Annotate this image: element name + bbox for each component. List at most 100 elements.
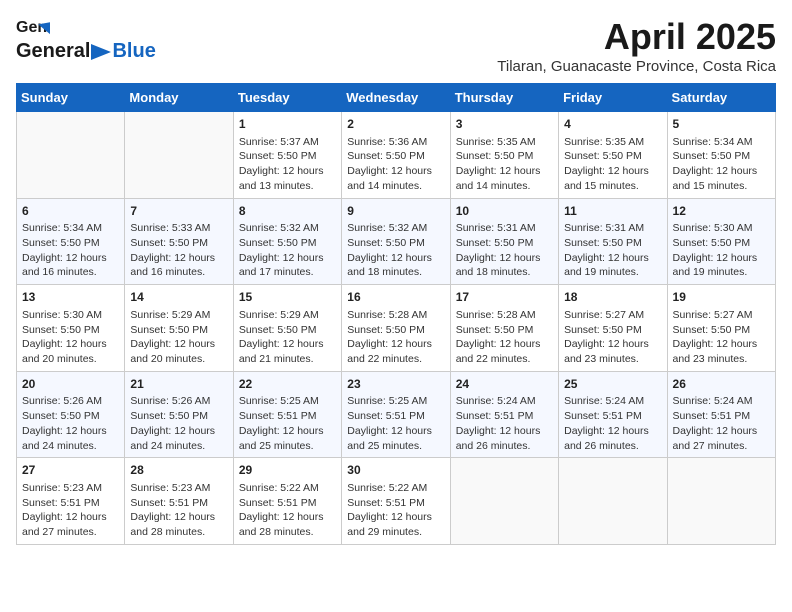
day-info: Sunrise: 5:31 AM Sunset: 5:50 PM Dayligh… bbox=[456, 221, 553, 280]
day-info: Sunrise: 5:28 AM Sunset: 5:50 PM Dayligh… bbox=[456, 308, 553, 367]
calendar-cell: 6Sunrise: 5:34 AM Sunset: 5:50 PM Daylig… bbox=[17, 198, 125, 285]
month-title: April 2025 bbox=[497, 16, 776, 58]
calendar-cell: 14 Sunrise: 5:29 AM Sunset: 5:50 PM Dayli… bbox=[125, 285, 233, 372]
day-info: Sunrise: 5:24 AM Sunset: 5:51 PM Dayligh… bbox=[564, 394, 661, 453]
day-info: Sunrise: 5:23 AM Sunset: 5:51 PM Dayligh… bbox=[22, 481, 119, 540]
calendar-cell: 24Sunrise: 5:24 AM Sunset: 5:51 PM Dayli… bbox=[450, 371, 558, 458]
calendar-cell: 28Sunrise: 5:23 AM Sunset: 5:51 PM Dayli… bbox=[125, 458, 233, 545]
day-info: Sunrise: 5:30 AM Sunset: 5:50 PM Dayligh… bbox=[22, 308, 119, 367]
calendar-cell bbox=[450, 458, 558, 545]
day-number: 17 bbox=[456, 289, 553, 306]
day-number: 29 bbox=[239, 462, 336, 479]
day-info: Sunrise: 5:36 AM Sunset: 5:50 PM Dayligh… bbox=[347, 135, 444, 194]
day-number: 1 bbox=[239, 116, 336, 133]
day-number: 26 bbox=[673, 376, 770, 393]
day-info: Sunrise: 5:29 AM Sunset: 5:50 PM Dayligh… bbox=[130, 308, 227, 367]
day-info: Sunrise: 5:32 AM Sunset: 5:50 PM Dayligh… bbox=[239, 221, 336, 280]
day-number: 16 bbox=[347, 289, 444, 306]
column-header-sunday: Sunday bbox=[17, 84, 125, 112]
calendar-cell: 9Sunrise: 5:32 AM Sunset: 5:50 PM Daylig… bbox=[342, 198, 450, 285]
calendar-cell: 17 Sunrise: 5:28 AM Sunset: 5:50 PM Dayli… bbox=[450, 285, 558, 372]
day-info: Sunrise: 5:24 AM Sunset: 5:51 PM Dayligh… bbox=[456, 394, 553, 453]
day-number: 10 bbox=[456, 203, 553, 220]
day-info: Sunrise: 5:37 AM Sunset: 5:50 PM Dayligh… bbox=[239, 135, 336, 194]
calendar-cell: 21Sunrise: 5:26 AM Sunset: 5:50 PM Dayli… bbox=[125, 371, 233, 458]
column-header-thursday: Thursday bbox=[450, 84, 558, 112]
day-info: Sunrise: 5:29 AM Sunset: 5:50 PM Dayligh… bbox=[239, 308, 336, 367]
calendar-cell: 15 Sunrise: 5:29 AM Sunset: 5:50 PM Dayli… bbox=[233, 285, 341, 372]
day-info: Sunrise: 5:34 AM Sunset: 5:50 PM Dayligh… bbox=[22, 221, 119, 280]
calendar-header-row: SundayMondayTuesdayWednesdayThursdayFrid… bbox=[17, 84, 776, 112]
calendar-cell: 18 Sunrise: 5:27 AM Sunset: 5:50 PM Dayli… bbox=[559, 285, 667, 372]
day-info: Sunrise: 5:26 AM Sunset: 5:50 PM Dayligh… bbox=[130, 394, 227, 453]
day-number: 12 bbox=[673, 203, 770, 220]
day-info: Sunrise: 5:34 AM Sunset: 5:50 PM Dayligh… bbox=[673, 135, 770, 194]
calendar-cell: 11Sunrise: 5:31 AM Sunset: 5:50 PM Dayli… bbox=[559, 198, 667, 285]
calendar-cell: 3 Sunrise: 5:35 AM Sunset: 5:50 PM Daylig… bbox=[450, 112, 558, 199]
calendar-cell: 30 Sunrise: 5:22 AM Sunset: 5:51 PM Dayli… bbox=[342, 458, 450, 545]
day-number: 6 bbox=[22, 203, 119, 220]
title-block: April 2025 Tilaran, Guanacaste Province,… bbox=[497, 16, 776, 75]
page-header: General General Blue April 2025 Tilaran,… bbox=[16, 16, 776, 75]
day-number: 20 bbox=[22, 376, 119, 393]
calendar-cell: 1 Sunrise: 5:37 AM Sunset: 5:50 PM Daylig… bbox=[233, 112, 341, 199]
day-info: Sunrise: 5:25 AM Sunset: 5:51 PM Dayligh… bbox=[347, 394, 444, 453]
calendar-cell: 20Sunrise: 5:26 AM Sunset: 5:50 PM Dayli… bbox=[17, 371, 125, 458]
calendar-cell: 7Sunrise: 5:33 AM Sunset: 5:50 PM Daylig… bbox=[125, 198, 233, 285]
calendar-week-1: 1 Sunrise: 5:37 AM Sunset: 5:50 PM Daylig… bbox=[17, 112, 776, 199]
day-number: 28 bbox=[130, 462, 227, 479]
day-info: Sunrise: 5:24 AM Sunset: 5:51 PM Dayligh… bbox=[673, 394, 770, 453]
day-number: 7 bbox=[130, 203, 227, 220]
calendar-cell: 19 Sunrise: 5:27 AM Sunset: 5:50 PM Dayli… bbox=[667, 285, 775, 372]
calendar-cell bbox=[17, 112, 125, 199]
column-header-friday: Friday bbox=[559, 84, 667, 112]
column-header-monday: Monday bbox=[125, 84, 233, 112]
day-info: Sunrise: 5:32 AM Sunset: 5:50 PM Dayligh… bbox=[347, 221, 444, 280]
day-number: 22 bbox=[239, 376, 336, 393]
day-info: Sunrise: 5:28 AM Sunset: 5:50 PM Dayligh… bbox=[347, 308, 444, 367]
calendar-week-5: 27Sunrise: 5:23 AM Sunset: 5:51 PM Dayli… bbox=[17, 458, 776, 545]
location-title: Tilaran, Guanacaste Province, Costa Rica bbox=[497, 58, 776, 75]
day-info: Sunrise: 5:33 AM Sunset: 5:50 PM Dayligh… bbox=[130, 221, 227, 280]
calendar-cell: 13Sunrise: 5:30 AM Sunset: 5:50 PM Dayli… bbox=[17, 285, 125, 372]
calendar-cell: 27Sunrise: 5:23 AM Sunset: 5:51 PM Dayli… bbox=[17, 458, 125, 545]
day-info: Sunrise: 5:27 AM Sunset: 5:50 PM Dayligh… bbox=[673, 308, 770, 367]
calendar-cell: 5 Sunrise: 5:34 AM Sunset: 5:50 PM Daylig… bbox=[667, 112, 775, 199]
calendar-cell: 4Sunrise: 5:35 AM Sunset: 5:50 PM Daylig… bbox=[559, 112, 667, 199]
calendar-cell bbox=[125, 112, 233, 199]
day-number: 19 bbox=[673, 289, 770, 306]
day-number: 21 bbox=[130, 376, 227, 393]
logo-blue-text: Blue bbox=[112, 40, 155, 63]
day-info: Sunrise: 5:31 AM Sunset: 5:50 PM Dayligh… bbox=[564, 221, 661, 280]
calendar-cell: 22Sunrise: 5:25 AM Sunset: 5:51 PM Dayli… bbox=[233, 371, 341, 458]
calendar-cell: 23Sunrise: 5:25 AM Sunset: 5:51 PM Dayli… bbox=[342, 371, 450, 458]
calendar-cell: 12Sunrise: 5:30 AM Sunset: 5:50 PM Dayli… bbox=[667, 198, 775, 285]
day-number: 18 bbox=[564, 289, 661, 306]
day-number: 3 bbox=[456, 116, 553, 133]
day-info: Sunrise: 5:22 AM Sunset: 5:51 PM Dayligh… bbox=[239, 481, 336, 540]
day-number: 4 bbox=[564, 116, 661, 133]
day-number: 24 bbox=[456, 376, 553, 393]
day-number: 30 bbox=[347, 462, 444, 479]
calendar-week-4: 20 Sunrise: 5:26 AM Sunset: 5:50 PM Dayli… bbox=[17, 371, 776, 458]
day-number: 25 bbox=[564, 376, 661, 393]
calendar-table: SundayMondayTuesdayWednesdayThursdayFrid… bbox=[16, 83, 776, 545]
day-number: 14 bbox=[130, 289, 227, 306]
calendar-cell: 16 Sunrise: 5:28 AM Sunset: 5:50 PM Dayli… bbox=[342, 285, 450, 372]
day-info: Sunrise: 5:35 AM Sunset: 5:50 PM Dayligh… bbox=[456, 135, 553, 194]
day-number: 5 bbox=[673, 116, 770, 133]
calendar-cell: 26Sunrise: 5:24 AM Sunset: 5:51 PM Dayli… bbox=[667, 371, 775, 458]
logo-general-text: General bbox=[16, 40, 90, 63]
calendar-cell bbox=[667, 458, 775, 545]
calendar-cell: 2Sunrise: 5:36 AM Sunset: 5:50 PM Daylig… bbox=[342, 112, 450, 199]
calendar-cell: 8Sunrise: 5:32 AM Sunset: 5:50 PM Daylig… bbox=[233, 198, 341, 285]
day-number: 15 bbox=[239, 289, 336, 306]
column-header-tuesday: Tuesday bbox=[233, 84, 341, 112]
logo: General General Blue bbox=[16, 16, 156, 63]
day-info: Sunrise: 5:27 AM Sunset: 5:50 PM Dayligh… bbox=[564, 308, 661, 367]
calendar-cell: 25Sunrise: 5:24 AM Sunset: 5:51 PM Dayli… bbox=[559, 371, 667, 458]
calendar-cell bbox=[559, 458, 667, 545]
day-info: Sunrise: 5:22 AM Sunset: 5:51 PM Dayligh… bbox=[347, 481, 444, 540]
day-number: 9 bbox=[347, 203, 444, 220]
column-header-wednesday: Wednesday bbox=[342, 84, 450, 112]
